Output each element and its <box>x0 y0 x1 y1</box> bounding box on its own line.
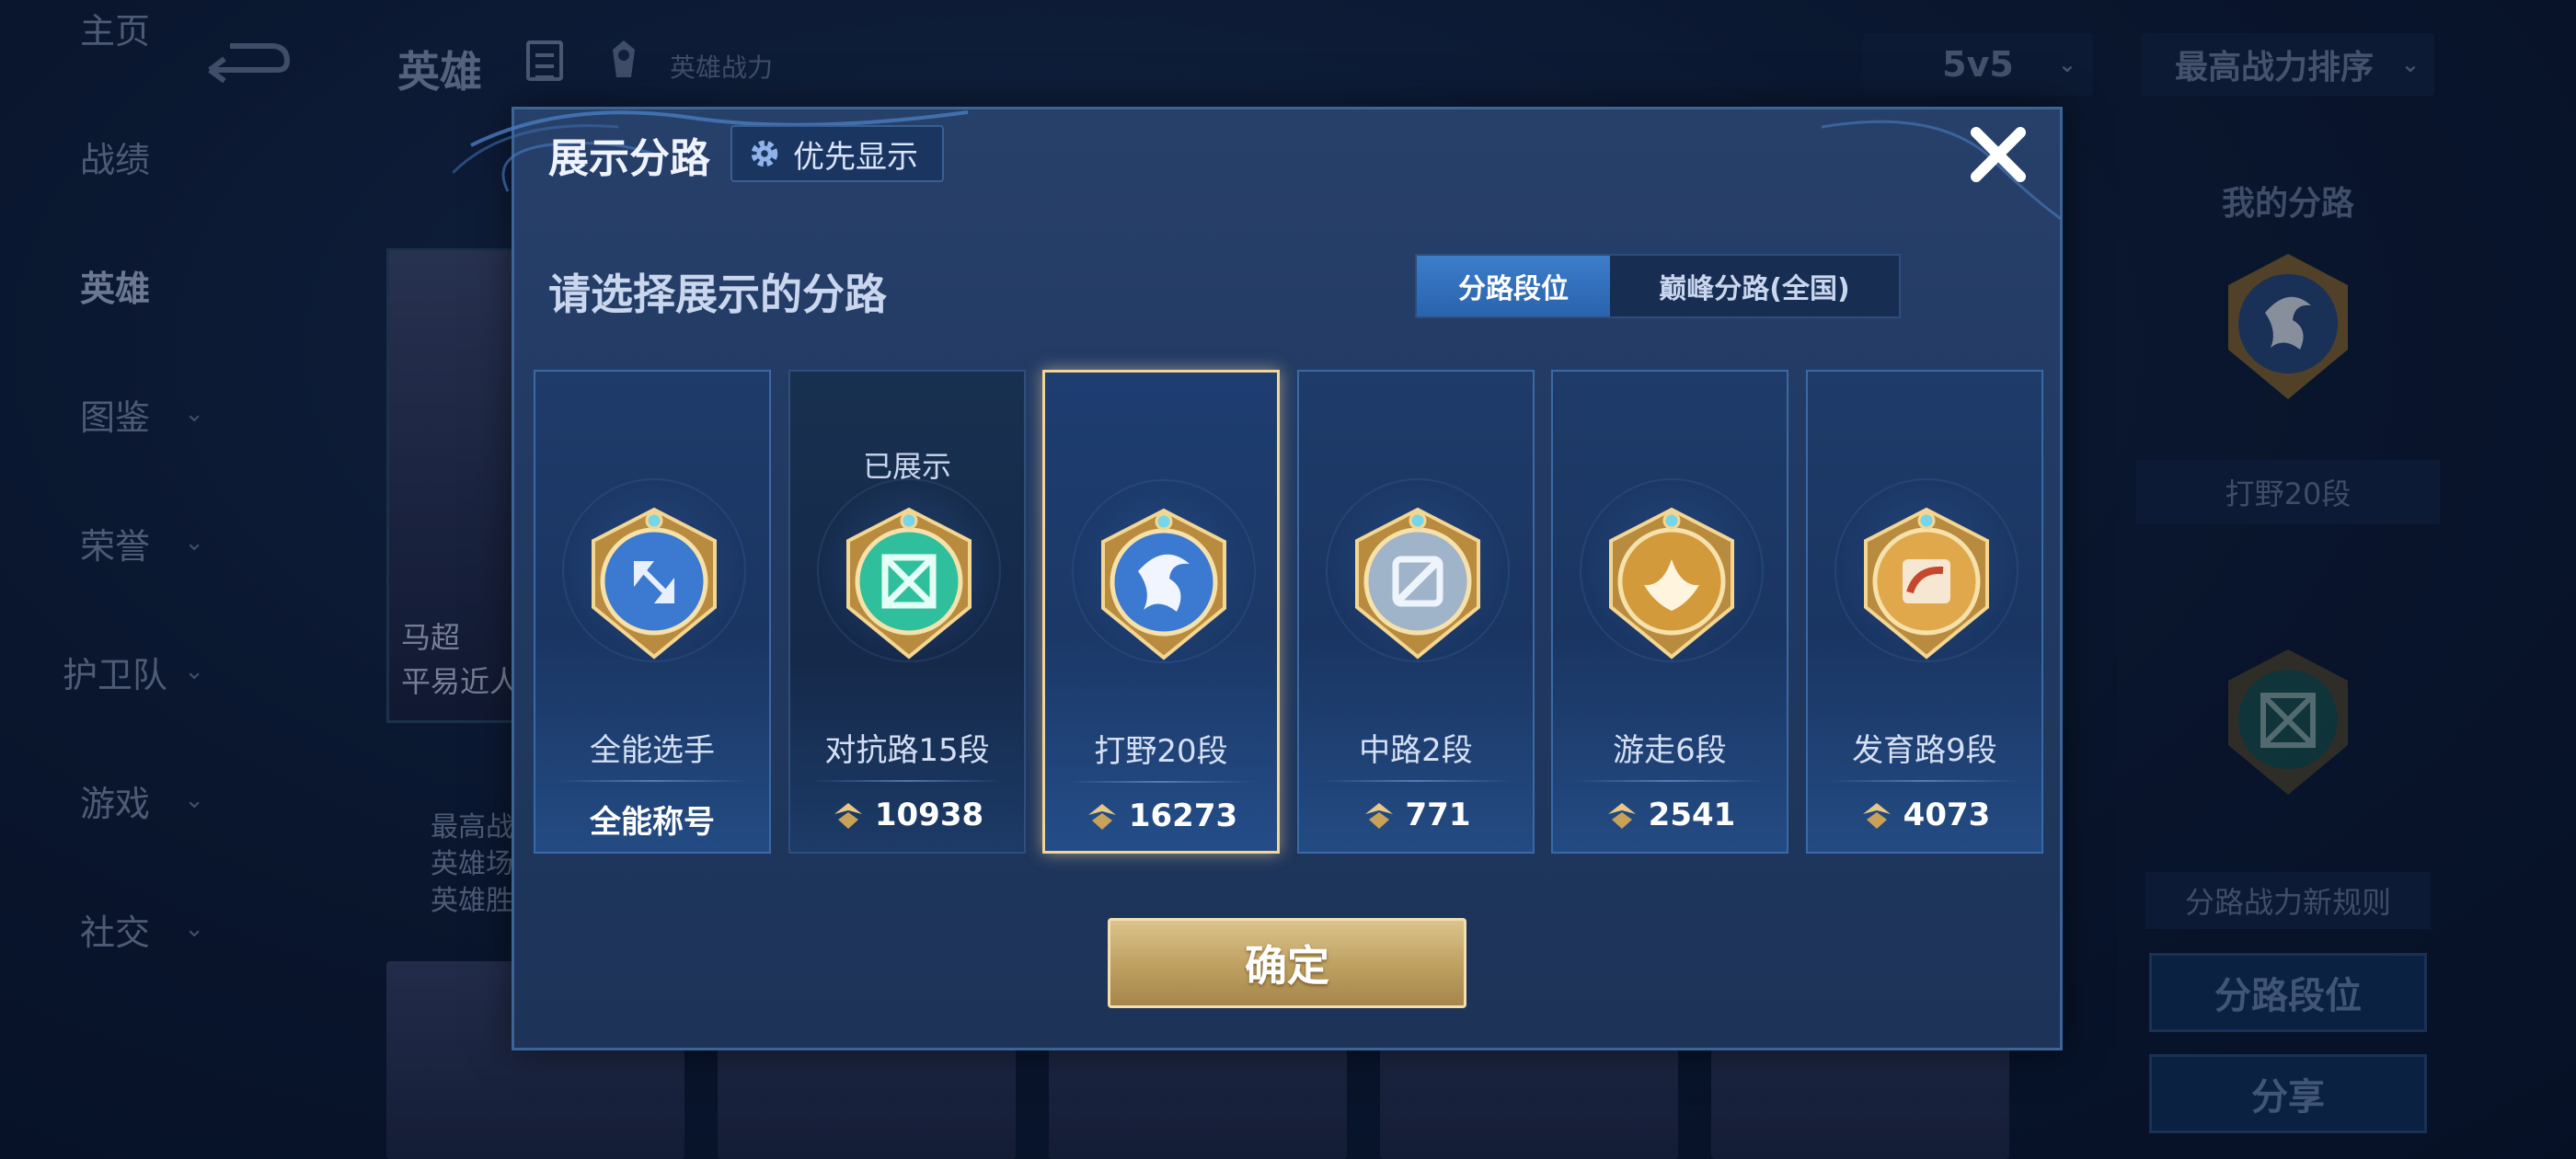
lane-rank-label: 发育路9段 <box>1852 732 1997 769</box>
lane-power-text: 2541 <box>1648 797 1736 833</box>
clash-lane-icon <box>846 507 972 660</box>
divider <box>1067 781 1255 783</box>
lane-card[interactable]: 发育路9段 4073 <box>1806 370 2043 854</box>
lane-power-text: 771 <box>1405 797 1471 833</box>
farm-lane-icon <box>1864 507 1989 660</box>
lane-tab-group: 分路段位 巅峰分路(全国) <box>1415 254 1901 318</box>
divider <box>1830 780 2019 782</box>
gear-icon <box>751 140 778 167</box>
close-icon <box>1971 127 2026 182</box>
lane-card[interactable]: 已展示 对抗路15段 10938 <box>788 370 1026 854</box>
roam-wings-icon <box>1609 507 1734 660</box>
confirm-button[interactable]: 确定 <box>1108 918 1466 1008</box>
power-icon <box>1607 803 1636 829</box>
tab-peak-lane-national[interactable]: 巅峰分路(全国) <box>1610 256 1899 316</box>
lane-rank-label: 游走6段 <box>1613 732 1727 769</box>
power-icon <box>1364 803 1393 829</box>
select-prompt: 请选择展示的分路 <box>548 270 887 319</box>
divider <box>1321 780 1511 782</box>
priority-display-button[interactable]: 优先显示 <box>730 125 944 182</box>
lane-card[interactable]: 游走6段 2541 <box>1551 370 1788 854</box>
lane-power-value: 全能称号 <box>535 797 769 842</box>
power-icon <box>834 803 862 829</box>
lane-power-value: 2541 <box>1553 797 1787 833</box>
jungle-dragon-icon <box>1101 508 1226 660</box>
all-round-icon <box>592 507 717 660</box>
lane-power-value: 10938 <box>790 797 1024 833</box>
lane-power-text: 全能称号 <box>590 804 715 841</box>
lane-rank-label: 对抗路15段 <box>824 732 990 769</box>
lane-card[interactable]: 中路2段 771 <box>1297 370 1535 854</box>
priority-display-label: 优先显示 <box>793 138 918 176</box>
lane-rank-label: 中路2段 <box>1359 732 1473 769</box>
lane-card[interactable]: 打野20段 16273 <box>1042 370 1280 854</box>
tab-lane-segment[interactable]: 分路段位 <box>1417 256 1610 316</box>
divider <box>558 780 747 782</box>
lane-card[interactable]: 全能选手 全能称号 <box>534 370 771 854</box>
divider <box>812 780 1002 782</box>
divider <box>1575 780 1765 782</box>
lane-power-value: 771 <box>1299 797 1533 833</box>
power-icon <box>1862 803 1891 829</box>
lane-rank-label: 全能选手 <box>590 732 715 769</box>
lane-power-text: 16273 <box>1128 798 1238 834</box>
lane-rank-label: 打野20段 <box>1094 733 1228 770</box>
close-button[interactable] <box>1965 121 2031 188</box>
lane-power-text: 10938 <box>874 797 984 833</box>
mid-lane-icon <box>1355 507 1480 660</box>
power-icon <box>1087 804 1116 830</box>
lane-power-text: 4073 <box>1903 797 1991 833</box>
lane-power-value: 4073 <box>1808 797 2041 833</box>
modal-title: 展示分路 <box>548 135 710 182</box>
lane-power-value: 16273 <box>1045 798 1277 834</box>
lane-card-list: 全能选手 全能称号 已展示 对抗路15段 10938 打野20段 16273 中路2段 771 游… <box>534 370 2043 854</box>
